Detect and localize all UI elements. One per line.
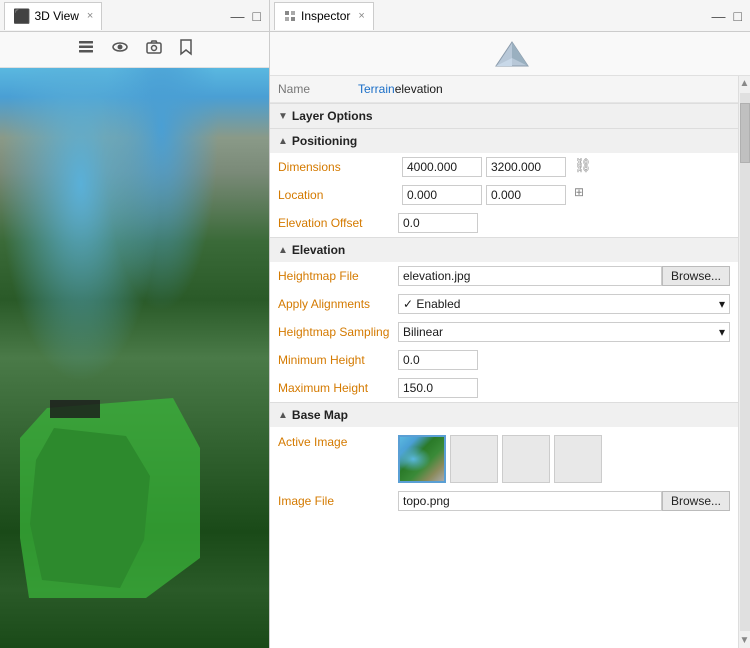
heightmap-file-input[interactable] <box>398 266 662 286</box>
eye-btn[interactable] <box>109 36 131 63</box>
dimensions-height-input[interactable] <box>486 157 566 177</box>
3dview-icon: ⬛ <box>13 8 30 25</box>
heightmap-file-label: Heightmap File <box>278 269 398 283</box>
layer-options-section[interactable]: ▼ Layer Options <box>270 103 738 128</box>
basemap-section-header[interactable]: ▲ Base Map <box>270 402 738 427</box>
image-file-row: Image File Browse... <box>270 487 738 515</box>
terrain-object-icon <box>494 38 526 70</box>
scroll-down-arrow[interactable]: ▼ <box>738 633 750 648</box>
apply-alignments-value: ✓ Enabled <box>403 297 460 311</box>
name-value-terrain: Terrain <box>358 82 395 96</box>
layer-options-arrow: ▼ <box>278 111 288 122</box>
apply-alignments-dropdown[interactable]: ✓ Enabled ▾ <box>398 294 730 314</box>
left-minimize-btn[interactable]: — <box>231 8 245 24</box>
scroll-up-arrow[interactable]: ▲ <box>738 76 750 91</box>
inspector-icon-area <box>270 32 750 76</box>
name-label: Name <box>278 82 358 96</box>
scrollbar-track[interactable] <box>740 93 750 631</box>
inspector-scrollbar[interactable]: ▲ ▼ <box>738 76 750 648</box>
maximum-height-label: Maximum Height <box>278 381 398 395</box>
right-minimize-btn[interactable]: — <box>712 8 726 24</box>
minimum-height-label: Minimum Height <box>278 353 398 367</box>
inspector-tab[interactable]: Inspector × <box>274 2 374 30</box>
active-image-row: Active Image <box>270 427 738 487</box>
terrain-visualization <box>0 68 269 648</box>
location-label: Location <box>278 188 398 202</box>
left-tab-bar: ⬛ 3D View × — □ <box>0 0 269 32</box>
layer-options-label: Layer Options <box>292 109 373 123</box>
dimensions-row: Dimensions ⛓ <box>270 153 738 181</box>
inspector-tab-bar: Inspector × — □ <box>270 0 750 32</box>
elevation-offset-row: Elevation Offset <box>270 209 738 237</box>
positioning-section-header[interactable]: ▲ Positioning <box>270 128 738 153</box>
dimensions-fields: ⛓ <box>402 157 730 177</box>
apply-alignments-row: Apply Alignments ✓ Enabled ▾ <box>270 290 738 318</box>
name-row: Name Terrain elevation <box>270 76 738 103</box>
image-file-browse-button[interactable]: Browse... <box>662 491 730 511</box>
3d-viewport <box>0 68 269 648</box>
left-maximize-btn[interactable]: □ <box>253 8 261 24</box>
heightmap-browse-button[interactable]: Browse... <box>662 266 730 286</box>
heightmap-sampling-chevron: ▾ <box>719 325 725 339</box>
basemap-label: Base Map <box>292 408 348 422</box>
inspector-scroll-area[interactable]: Name Terrain elevation ▼ Layer Options ▲… <box>270 76 738 648</box>
positioning-label: Positioning <box>292 134 357 148</box>
thumbnail-3[interactable] <box>502 435 550 483</box>
dimensions-width-input[interactable] <box>402 157 482 177</box>
terrain-dark-green <box>30 428 150 588</box>
image-file-input[interactable] <box>398 491 662 511</box>
inspector-tab-label: Inspector <box>301 9 350 23</box>
viewport-toolbar <box>0 32 269 68</box>
apply-alignments-chevron: ▾ <box>719 297 725 311</box>
location-x-input[interactable] <box>402 185 482 205</box>
scrollbar-thumb[interactable] <box>740 103 750 163</box>
thumbnail-4[interactable] <box>554 435 602 483</box>
thumbnail-1[interactable] <box>398 435 446 483</box>
inspector-tab-close[interactable]: × <box>358 10 364 22</box>
camera-btn[interactable] <box>143 36 165 63</box>
thumbnail-2[interactable] <box>450 435 498 483</box>
maximum-height-row: Maximum Height <box>270 374 738 402</box>
terrain-dark-feature <box>50 400 100 418</box>
left-window-controls: — □ <box>231 8 265 24</box>
elevation-offset-label: Elevation Offset <box>278 216 398 230</box>
minimum-height-input[interactable] <box>398 350 478 370</box>
dimensions-label: Dimensions <box>278 160 398 174</box>
location-grid-icon[interactable]: ⊞ <box>574 185 584 205</box>
dimensions-link-icon[interactable]: ⛓ <box>574 157 592 177</box>
elevation-section-header[interactable]: ▲ Elevation <box>270 237 738 262</box>
heightmap-file-row: Heightmap File Browse... <box>270 262 738 290</box>
active-image-label: Active Image <box>278 435 398 449</box>
3dview-tab-close[interactable]: × <box>87 10 93 22</box>
inspector-tab-icon <box>283 9 297 23</box>
apply-alignments-label: Apply Alignments <box>278 297 398 311</box>
name-value-elevation: elevation <box>395 82 443 96</box>
left-panel: ⬛ 3D View × — □ <box>0 0 270 648</box>
location-y-input[interactable] <box>486 185 566 205</box>
heightmap-sampling-value: Bilinear <box>403 325 443 339</box>
bookmark-btn[interactable] <box>177 36 195 63</box>
elevation-arrow: ▲ <box>278 245 288 256</box>
location-fields: ⊞ <box>402 185 730 205</box>
minimum-height-row: Minimum Height <box>270 346 738 374</box>
positioning-arrow: ▲ <box>278 136 288 147</box>
elevation-offset-input[interactable] <box>398 213 478 233</box>
3dview-tab[interactable]: ⬛ 3D View × <box>4 2 102 30</box>
inspector-main: Name Terrain elevation ▼ Layer Options ▲… <box>270 76 750 648</box>
3dview-tab-label: 3D View <box>34 9 78 23</box>
heightmap-sampling-row: Heightmap Sampling Bilinear ▾ <box>270 318 738 346</box>
maximum-height-input[interactable] <box>398 378 478 398</box>
right-window-controls: — □ <box>712 8 746 24</box>
right-panel: Inspector × — □ Name Terrain elevation <box>270 0 750 648</box>
location-row: Location ⊞ <box>270 181 738 209</box>
image-thumbnails <box>398 435 602 483</box>
heightmap-sampling-label: Heightmap Sampling <box>278 325 398 339</box>
image-file-label: Image File <box>278 494 398 508</box>
right-maximize-btn[interactable]: □ <box>734 8 742 24</box>
layers-btn[interactable] <box>75 36 97 63</box>
basemap-arrow: ▲ <box>278 410 288 421</box>
elevation-label: Elevation <box>292 243 345 257</box>
heightmap-sampling-dropdown[interactable]: Bilinear ▾ <box>398 322 730 342</box>
